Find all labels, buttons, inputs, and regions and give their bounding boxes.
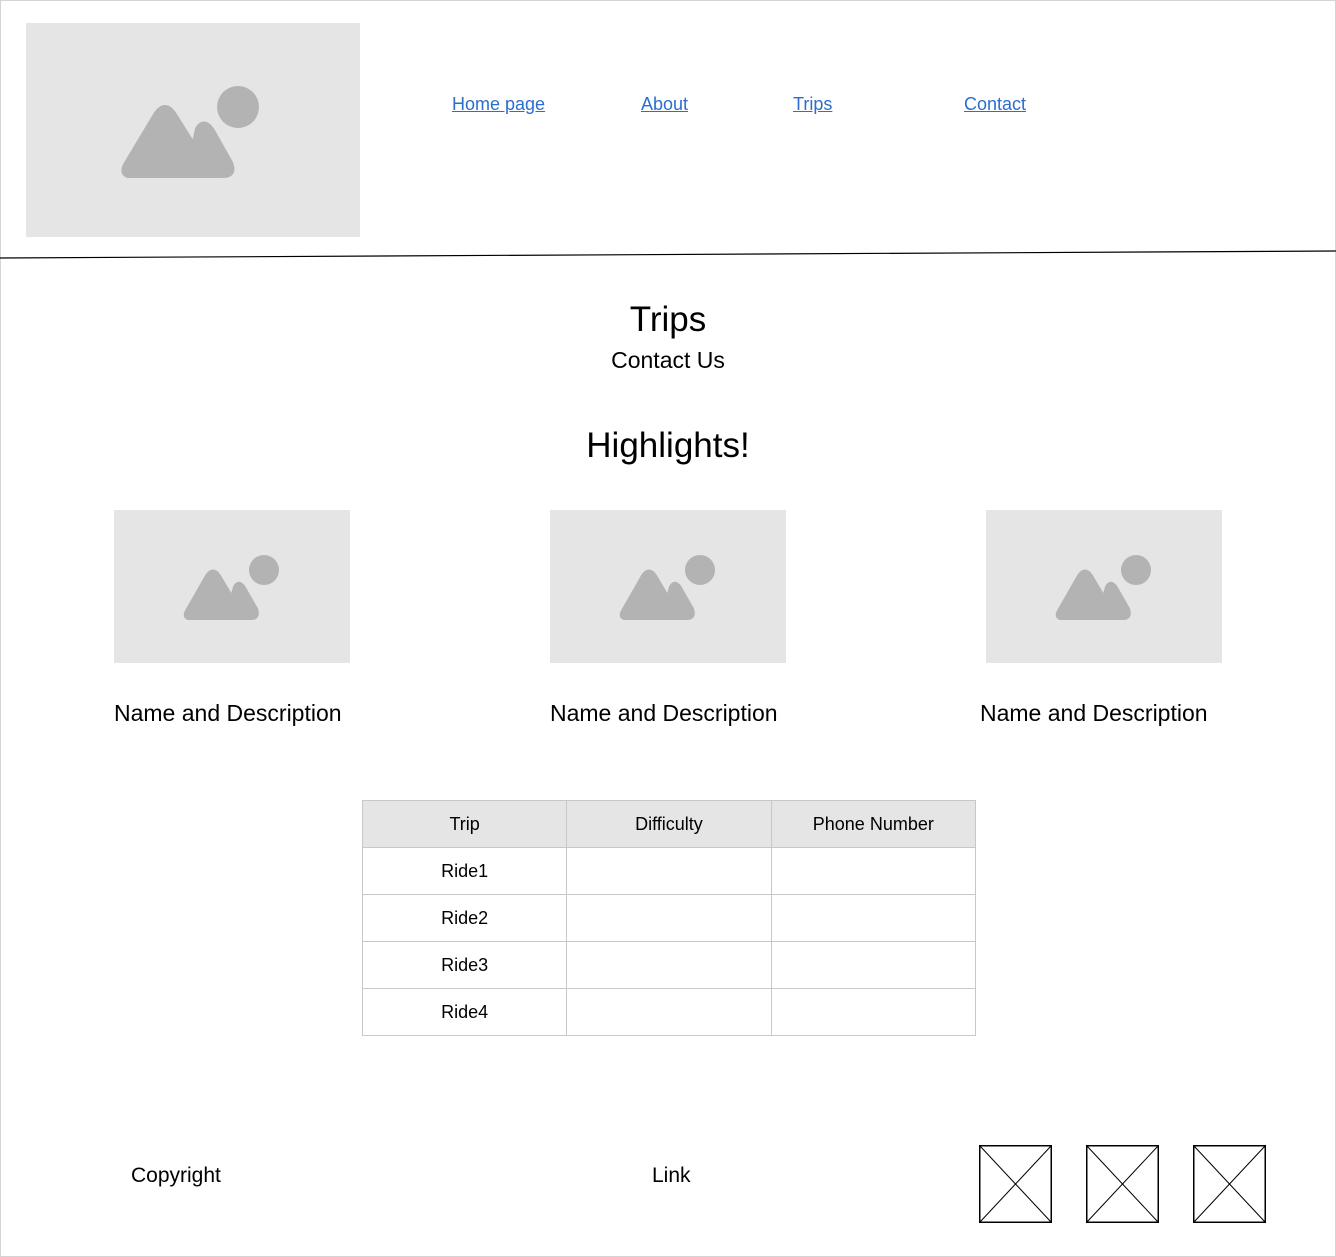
page-title: Trips xyxy=(629,300,707,339)
social-icon-placeholder[interactable] xyxy=(979,1145,1052,1223)
trip-cell: Ride4 xyxy=(361,988,568,1036)
column-header-difficulty: Difficulty xyxy=(566,800,772,848)
highlight-image-3[interactable] xyxy=(986,510,1222,663)
phone-cell xyxy=(770,988,977,1036)
difficulty-cell xyxy=(566,894,772,942)
social-icon-placeholder[interactable] xyxy=(1193,1145,1266,1223)
footer-link[interactable]: Link xyxy=(652,1164,691,1188)
page-subtitle: Contact Us xyxy=(611,347,725,373)
highlight-caption-1: Name and Description xyxy=(114,700,342,726)
phone-cell xyxy=(770,894,977,942)
image-placeholder-icon xyxy=(183,555,279,620)
nav-contact-link[interactable]: Contact xyxy=(964,94,1026,115)
trips-table: Trip Difficulty Phone Number Ride1 Ride2… xyxy=(361,800,977,1036)
table-row: Ride2 xyxy=(361,894,977,942)
column-header-trip: Trip xyxy=(361,800,568,848)
table-header-row: Trip Difficulty Phone Number xyxy=(361,800,977,848)
image-placeholder-icon xyxy=(121,86,259,178)
nav-home-link[interactable]: Home page xyxy=(452,94,545,115)
highlight-caption-2: Name and Description xyxy=(550,700,778,726)
footer-copyright: Copyright xyxy=(131,1164,221,1187)
logo-image xyxy=(26,23,360,237)
highlights-heading: Highlights! xyxy=(586,426,750,465)
highlight-image-1[interactable] xyxy=(114,510,350,663)
trip-cell: Ride1 xyxy=(361,847,568,895)
phone-cell xyxy=(770,847,977,895)
nav-trips-link[interactable]: Trips xyxy=(793,94,832,115)
difficulty-cell xyxy=(566,988,772,1036)
difficulty-cell xyxy=(566,847,772,895)
image-placeholder-icon xyxy=(619,555,715,620)
social-icon-placeholder[interactable] xyxy=(1086,1145,1159,1223)
table-row: Ride1 xyxy=(361,847,977,895)
difficulty-cell xyxy=(566,941,772,989)
nav-about-link[interactable]: About xyxy=(641,94,688,115)
highlight-image-2[interactable] xyxy=(550,510,786,663)
image-placeholder-icon xyxy=(1055,555,1151,620)
trip-cell: Ride2 xyxy=(361,894,568,942)
highlight-caption-3: Name and Description xyxy=(980,700,1208,726)
trip-cell: Ride3 xyxy=(361,941,568,989)
phone-cell xyxy=(770,941,977,989)
table-row: Ride4 xyxy=(361,988,977,1036)
table-row: Ride3 xyxy=(361,941,977,989)
column-header-phone: Phone Number xyxy=(770,800,977,848)
